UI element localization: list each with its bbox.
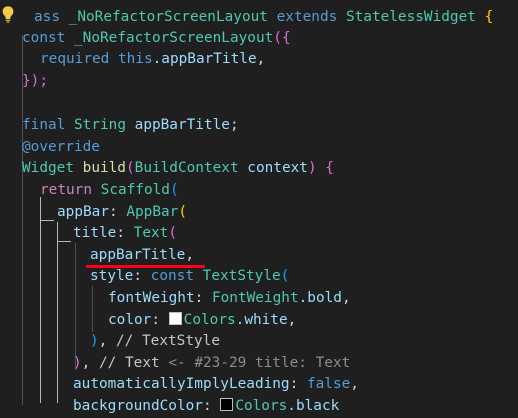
comma: , [98,333,108,349]
field-ref: .appBarTitle [152,51,257,67]
code-line-7[interactable]: @override [22,137,100,159]
indent-guide-elbow [40,220,54,221]
class-brace: { [484,9,494,25]
class-keyword: ass [34,9,60,25]
colon: : [194,290,204,306]
code-line-17[interactable]: ), // Text <- #23-29 title: Text [73,353,350,375]
fontweight-class: FontWeight [211,290,299,306]
comma: , [287,312,297,328]
textstyle-open: ( [280,268,290,284]
code-line-16[interactable]: ), // TextStyle [90,331,220,353]
closing-label-comment: // Text [99,355,160,371]
title-prop: title [73,225,117,241]
const-keyword: const [150,268,194,284]
textstyle-widget: TextStyle [202,268,281,284]
false-literal: false [306,376,351,392]
code-line-1[interactable]: ass _NoRefactorScreenLayout extends Stat… [0,7,493,29]
code-line-3[interactable]: required this.appBarTitle, [40,49,265,71]
inline-hint: <- #23-29 title: Text [168,355,351,371]
indent-guide [75,243,76,370]
colors-member: .black [287,398,340,414]
field-type: String [74,117,126,133]
final-keyword: final [22,117,66,133]
backgroundcolor-prop: backgroundColor [73,398,203,414]
text-open: ( [168,225,177,241]
colon: : [108,204,118,220]
scaffold-widget: Scaffold [100,182,170,198]
code-line-15[interactable]: color: Colors.white, [108,310,296,332]
required-keyword: required [40,51,110,67]
appbartitle-var: appBarTitle [90,247,186,263]
code-line-9[interactable]: return Scaffold( [40,180,179,202]
comma: , [81,355,91,371]
colon: : [289,376,299,392]
comma: , [185,247,194,263]
indent-guide [92,286,93,332]
params-close: ) [307,160,317,176]
semicolon: ; [229,117,239,133]
constructor-open: ({ [273,30,291,46]
const-keyword: const [22,30,66,46]
indent-guide-elbow [57,241,71,242]
appbar-widget: AppBar [126,204,179,220]
constructor-name: _NoRefactorScreenLayout [74,30,274,46]
fontweight-member: .bold [298,290,342,306]
method-name: build [82,160,126,176]
return-type: Widget [22,160,74,176]
method-brace: { [325,160,334,176]
colon: : [151,312,160,328]
colors-class: Colors [183,312,236,328]
comma: , [341,290,351,306]
textstyle-close: ) [90,333,99,349]
indent-guide-active [57,222,58,403]
parent-class: StatelessWidget [345,9,476,25]
fontweight-prop: fontWeight [108,290,195,306]
code-line-18[interactable]: automaticallyImplyLeading: false, [73,374,359,396]
text-close: ) [73,355,82,371]
colon: : [133,268,142,284]
params-open: ( [125,160,135,176]
color-swatch-icon[interactable] [220,398,234,411]
code-line-12[interactable]: appBarTitle, [90,245,194,267]
code-line-13[interactable]: style: const TextStyle( [90,266,289,288]
code-editor[interactable]: ass _NoRefactorScreenLayout extends Stat… [0,0,518,414]
colon: : [202,398,212,414]
field-name: appBarTitle [134,117,230,133]
colon: : [116,225,125,241]
colors-class: Colors [235,398,288,414]
code-line-11[interactable]: title: Text( [73,223,177,245]
appbar-open: ( [178,204,187,220]
code-line-14[interactable]: fontWeight: FontWeight.bold, [108,288,351,310]
param-name: context [247,160,308,176]
this-keyword: this [117,51,153,67]
code-line-6[interactable]: final String appBarTitle; [22,115,239,137]
color-swatch-icon[interactable] [168,312,182,325]
closing-label-comment: // TextStyle [116,333,220,349]
param-type: BuildContext [134,160,239,176]
code-line-8[interactable]: Widget build(BuildContext context) { [22,158,334,180]
color-prop: color [108,312,152,328]
implyleading-prop: automaticallyImplyLeading [73,376,290,392]
appbar-prop: appBar [57,204,109,220]
code-line-19[interactable]: backgroundColor: Colors.black [73,396,339,418]
class-name: _NoRefactorScreenLayout [68,9,268,25]
comma: , [350,376,359,392]
code-line-4[interactable]: }); [22,71,48,93]
indent-guide-active [40,197,41,403]
text-widget: Text [133,225,169,241]
return-keyword: return [40,182,92,198]
comma: , [256,51,266,67]
code-line-10[interactable]: appBar: AppBar( [57,202,187,224]
extends-keyword: extends [276,9,338,25]
style-prop: style [90,268,134,284]
indent-guide [22,54,23,72]
colors-member: .white [235,312,288,328]
scaffold-open: ( [169,182,179,198]
code-line-2[interactable]: const _NoRefactorScreenLayout({ [22,28,291,50]
